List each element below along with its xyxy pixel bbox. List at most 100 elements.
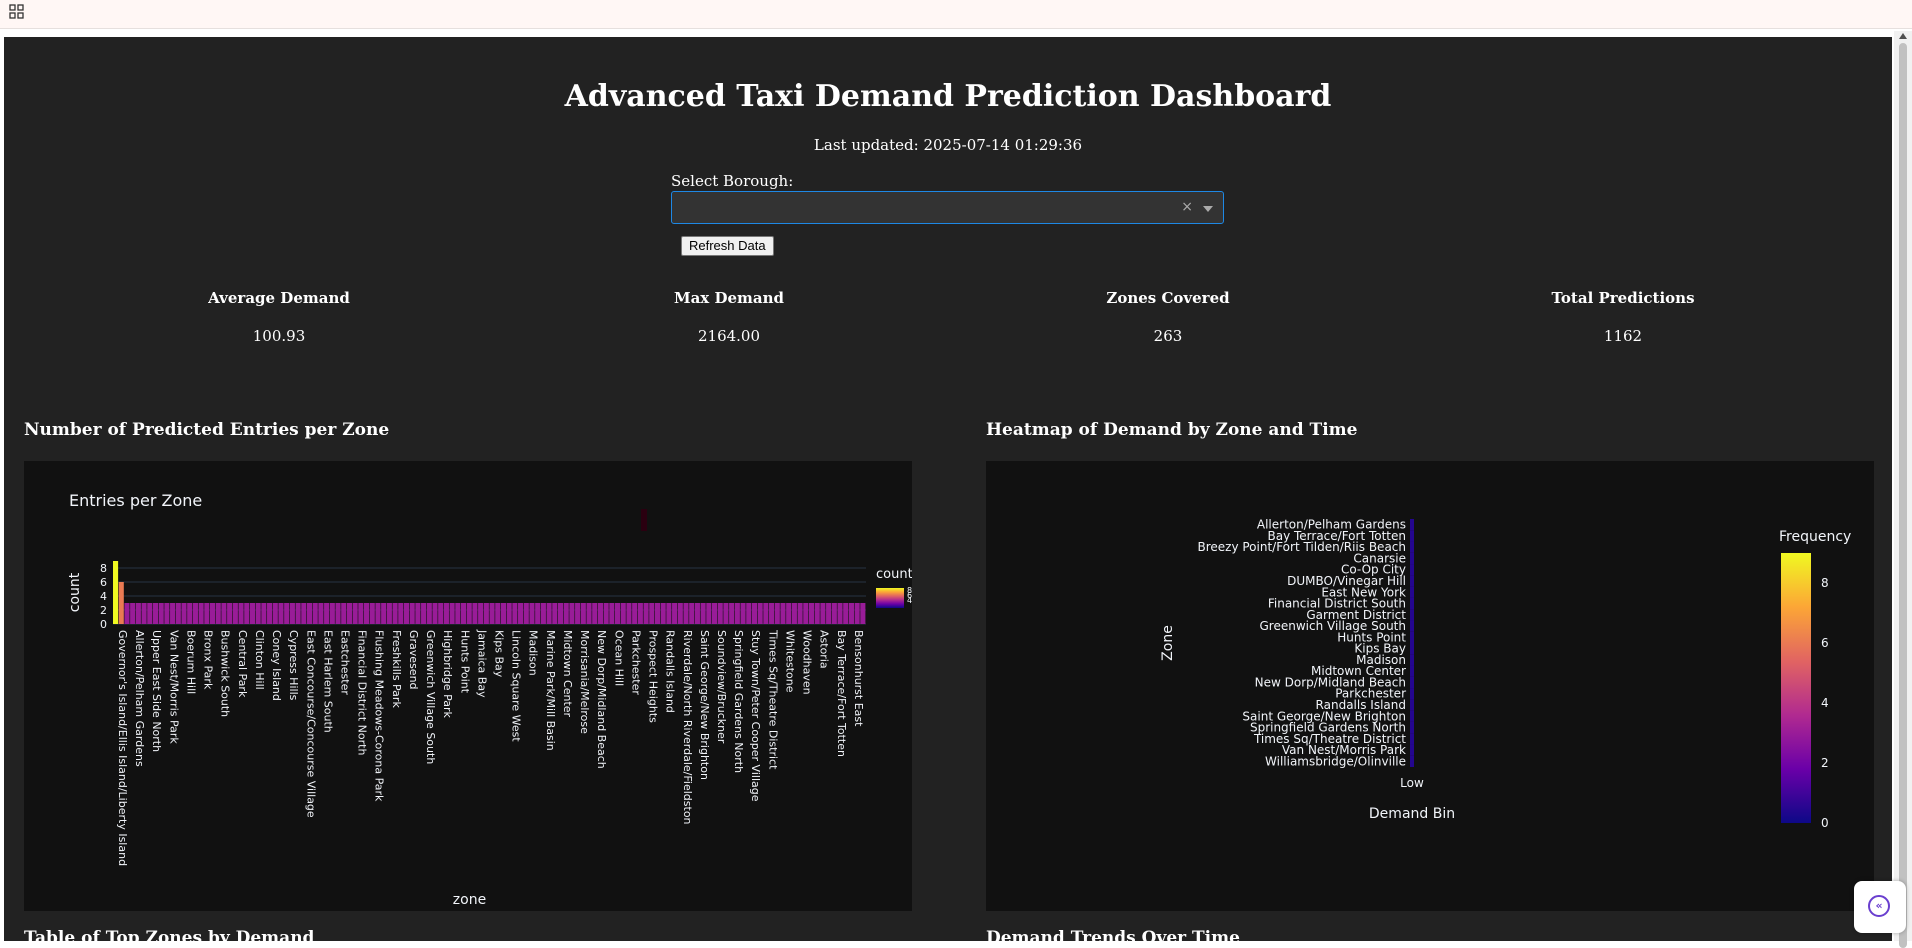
bar [723,603,729,624]
bar [700,603,706,624]
bar [352,603,358,624]
x-tick-label: Bay Terrace/Fort Totten [835,630,848,757]
x-tick-label: Flushing Meadows-Corona Park [373,630,386,802]
bar [615,603,621,624]
x-tick-label: Riverdale/North Riverdale/Fieldston [681,630,694,825]
bar [460,603,467,624]
bar [455,603,461,624]
refresh-data-button[interactable]: Refresh Data [681,236,774,256]
bar [466,603,472,624]
bar-section-title: Number of Predicted Entries per Zone [24,420,390,440]
bar [284,603,290,624]
chevron-down-icon[interactable] [1203,206,1213,212]
kpi-value: 2164.00 [697,327,761,345]
x-tick-label: Astoria [818,630,831,669]
x-tick-label: Woodhaven [801,630,814,695]
trend-section-title: Demand Trends Over Time [986,928,1240,941]
scrollbar-thumb[interactable] [1899,43,1907,948]
bar [569,603,575,624]
bar [306,603,313,624]
x-tick-label: Kips Bay [493,630,506,678]
bar [221,603,227,624]
x-tick-label: Bensonhurst East [852,630,865,727]
scroll-up-arrow-icon[interactable] [1899,33,1907,39]
x-tick-label: Randalls Island [664,630,677,713]
bar [227,603,233,624]
bar [443,603,449,624]
bar [358,603,364,624]
x-tick-label: Times Sq/Theatre District [766,629,779,770]
x-axis-label: Demand Bin [1369,806,1455,822]
y-tick-label: 2 [100,604,107,617]
x-tick-label: Freshkills Park [390,630,403,708]
bar [597,603,603,624]
bar [152,603,159,624]
x-axis-label: zone [453,892,486,908]
x-tick-label: Van Nest/Morris Park [167,630,180,744]
heatmap-cell [1410,530,1414,542]
bar [575,603,581,624]
apps-grid-icon[interactable] [9,4,25,20]
x-tick-label: Highbridge Park [441,630,454,718]
colorbar-title: Frequency [1779,529,1851,545]
bar [432,603,438,624]
bar [757,603,763,624]
heatmap-panel: Allerton/Pelham Gardens Bay Terrace/Fort … [986,461,1874,911]
entries-per-zone-chart[interactable]: Entries per Zone02468countGovernor's Isl… [24,461,913,911]
bar [831,603,837,624]
bar [392,603,398,624]
bar [204,603,210,624]
clear-icon[interactable]: × [1181,199,1193,215]
heatmap-cell [1410,744,1414,756]
bar-chart-panel: Entries per Zone 0 2 4 6 8 count Governor's Isl… [24,461,913,911]
bar [586,603,592,624]
bar [797,603,803,624]
bar [409,603,415,624]
x-tick-label: Midtown Center [561,630,574,718]
bar [181,603,187,624]
heatmap-cell [1410,519,1414,531]
bar [643,603,649,624]
bar [540,603,546,624]
bar [272,603,278,624]
bar [329,603,335,624]
heatmap-cell [1410,699,1414,711]
bar [523,603,529,624]
bar [289,603,295,624]
kpi-value: 263 [1153,327,1183,345]
bar [386,603,392,624]
kpi-value: 100.93 [252,327,306,345]
bar [375,603,381,624]
bar [215,603,221,624]
heatmap-cell [1410,643,1414,655]
bar [335,603,341,624]
bar [369,603,375,624]
bar [249,603,256,624]
demand-heatmap-chart[interactable]: Allerton/Pelham GardensBay Terrace/Fort … [986,461,1874,911]
bar [740,603,746,624]
bar [118,582,124,624]
page-scrollbar[interactable] [1894,31,1912,948]
stray-mark [641,509,647,531]
bar [261,603,267,624]
collapse-panel-button[interactable]: « [1854,881,1906,933]
heatmap-cell [1410,609,1414,621]
bar [124,603,130,624]
bar [791,603,797,624]
bar [312,603,318,624]
bar [381,603,387,624]
y-tick-label: Williamsbridge/Olinville [1265,754,1406,768]
bar [557,603,564,624]
browser-toolbar [0,0,1912,29]
bar [837,603,843,624]
heatmap-cell [1410,597,1414,610]
bar [620,603,626,624]
bar [278,603,284,624]
bar [147,603,153,624]
page-title: Advanced Taxi Demand Prediction Dashboar… [564,79,1332,114]
bar [164,603,170,624]
heatmap-cell [1410,586,1414,598]
heatmap-section-title: Heatmap of Demand by Zone and Time [986,420,1358,440]
colorbar-tick-label: 6 [1821,636,1829,650]
borough-select[interactable]: × [671,191,1224,224]
